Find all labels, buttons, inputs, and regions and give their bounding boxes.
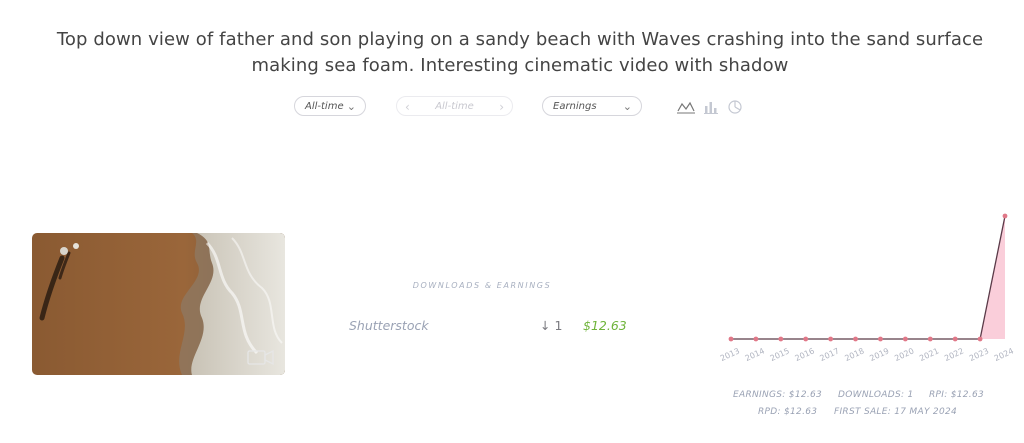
x-tick-label: 2015 bbox=[769, 346, 791, 363]
x-tick-label: 2013 bbox=[719, 346, 741, 363]
chart-point[interactable] bbox=[853, 336, 858, 342]
beach-video-thumbnail-image bbox=[32, 233, 285, 375]
x-tick-label: 2016 bbox=[794, 346, 816, 363]
x-tick-label: 2018 bbox=[843, 346, 865, 363]
chevron-down-icon: ⌄ bbox=[622, 100, 632, 113]
x-tick-label: 2019 bbox=[868, 346, 890, 363]
chart-point[interactable] bbox=[803, 336, 809, 342]
chart-point[interactable] bbox=[778, 336, 784, 342]
chart-point[interactable] bbox=[878, 336, 883, 342]
x-tick-label: 2023 bbox=[968, 346, 990, 363]
date-range-selector[interactable]: ‹ All-time › bbox=[396, 96, 513, 116]
date-range-label: All-time bbox=[435, 101, 474, 112]
asset-title: Top down view of father and son playing … bbox=[56, 29, 984, 76]
arrow-down-icon: ↓ bbox=[540, 318, 551, 333]
chart-point[interactable] bbox=[828, 336, 834, 342]
x-tick-label: 2017 bbox=[818, 346, 840, 363]
earnings-chart: 2013 2014 2015 2016 2017 2018 2019 2020 2021 2022… bbox=[719, 213, 1015, 363]
chart-point[interactable] bbox=[753, 336, 759, 342]
earnings-value: $12.63 bbox=[583, 318, 627, 333]
x-tick-label: 2021 bbox=[918, 346, 940, 363]
stat-downloads: DOWNLOADS: 1 bbox=[838, 390, 914, 400]
stat-rpi: RPI: $12.63 bbox=[929, 390, 985, 400]
chevron-right-icon[interactable]: › bbox=[499, 97, 504, 117]
period-dropdown-label: All-time bbox=[305, 101, 344, 112]
pie-chart-icon[interactable] bbox=[728, 100, 742, 114]
chart-point[interactable] bbox=[902, 336, 908, 342]
download-count-value: 1 bbox=[554, 318, 563, 333]
x-tick-label: 2024 bbox=[993, 346, 1015, 363]
x-tick-label: 2022 bbox=[943, 346, 965, 363]
download-count: ↓ 1 bbox=[540, 318, 562, 333]
chart-point[interactable] bbox=[728, 336, 734, 342]
downloads-earnings-heading: DOWNLOADS & EARNINGS bbox=[412, 281, 552, 290]
chart-series-line bbox=[731, 215, 1006, 340]
asset-thumbnail[interactable] bbox=[32, 233, 285, 375]
metric-dropdown-label: Earnings bbox=[553, 101, 597, 112]
stat-rpd: RPD: $12.63 bbox=[758, 407, 818, 417]
bar-chart-icon[interactable] bbox=[704, 100, 718, 114]
x-tick-label: 2014 bbox=[744, 346, 766, 363]
chevron-down-icon: ⌄ bbox=[346, 100, 356, 113]
chevron-left-icon[interactable]: ‹ bbox=[405, 97, 410, 117]
period-dropdown[interactable]: All-time ⌄ bbox=[294, 96, 366, 116]
chart-point[interactable] bbox=[927, 336, 933, 342]
metric-dropdown[interactable]: Earnings ⌄ bbox=[542, 96, 642, 116]
line-chart-icon[interactable] bbox=[677, 100, 695, 114]
chart-point[interactable] bbox=[1002, 213, 1008, 219]
chart-point[interactable] bbox=[952, 336, 958, 342]
stat-first-sale: FIRST SALE: 17 MAY 2024 bbox=[834, 407, 958, 417]
source-name: Shutterstock bbox=[349, 318, 429, 333]
chart-point[interactable] bbox=[977, 336, 983, 342]
stat-earnings: EARNINGS: $12.63 bbox=[733, 390, 823, 400]
x-tick-label: 2020 bbox=[893, 346, 915, 363]
filter-bar: All-time ⌄ ‹ All-time › Earnings ⌄ bbox=[0, 96, 1024, 118]
chart-area-fill bbox=[731, 216, 1005, 339]
